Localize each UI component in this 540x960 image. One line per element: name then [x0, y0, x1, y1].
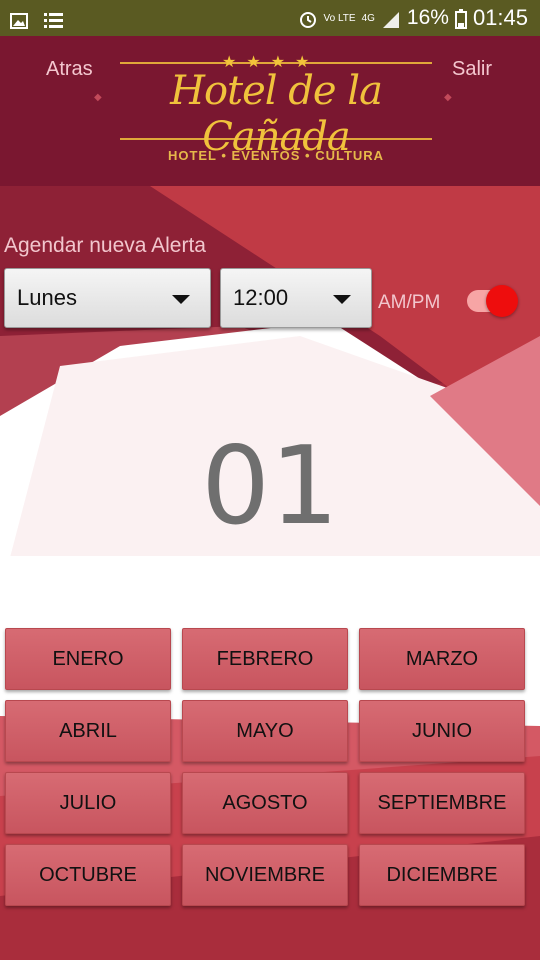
month-button-marzo[interactable]: MARZO — [359, 628, 525, 690]
month-button-junio[interactable]: JUNIO — [359, 700, 525, 762]
exit-link[interactable]: Salir — [452, 58, 492, 81]
image-icon — [10, 9, 30, 29]
month-button-diciembre[interactable]: DICIEMBRE — [359, 844, 525, 906]
status-bar: Vo LTE 4G 16% 01:45 — [0, 0, 540, 36]
signal-icon — [381, 9, 401, 28]
month-button-agosto[interactable]: AGOSTO — [182, 772, 348, 834]
network-type: 4G — [361, 12, 375, 24]
month-button-octubre[interactable]: OCTUBRE — [5, 844, 171, 906]
month-button-enero[interactable]: ENERO — [5, 628, 171, 690]
volte-indicator: Vo LTE — [323, 12, 356, 24]
logo-title: Hotel de la Cañada — [170, 68, 383, 160]
chevron-down-icon — [172, 295, 190, 304]
time-select-value: 12:00 — [233, 285, 289, 310]
month-button-mayo[interactable]: MAYO — [182, 700, 348, 762]
clock: 01:45 — [472, 5, 528, 30]
month-button-noviembre[interactable]: NOVIEMBRE — [182, 844, 348, 906]
section-title: Agendar nueva Alerta — [4, 234, 206, 257]
toggle-thumb[interactable] — [486, 285, 518, 317]
day-select[interactable]: Lunes — [4, 268, 211, 328]
battery-percent: 16% — [406, 6, 449, 29]
chevron-down-icon — [333, 295, 351, 304]
month-button-febrero[interactable]: FEBRERO — [182, 628, 348, 690]
logo-subtitle: HOTEL • EVENTOS • CULTURA — [167, 148, 385, 163]
month-button-septiembre[interactable]: SEPTIEMBRE — [359, 772, 525, 834]
day-select-value: Lunes — [17, 285, 77, 310]
alarm-icon — [298, 9, 318, 28]
back-link[interactable]: Atras — [46, 58, 93, 81]
ampm-label: AM/PM — [378, 292, 441, 313]
diamond-icon: ◆ — [94, 92, 102, 103]
selected-day-display: 01 — [201, 424, 339, 549]
diamond-icon: ◆ — [444, 92, 452, 103]
month-button-julio[interactable]: JULIO — [5, 772, 171, 834]
battery-icon — [454, 9, 467, 29]
month-button-abril[interactable]: ABRIL — [5, 700, 171, 762]
list-icon — [44, 9, 64, 28]
time-select[interactable]: 12:00 — [220, 268, 372, 328]
